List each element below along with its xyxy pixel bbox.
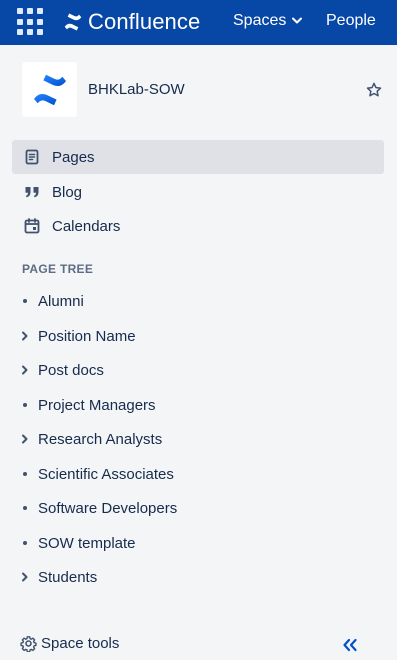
tree-item-label: Students (38, 568, 98, 586)
tree-item-software-developers[interactable]: Software Developers (18, 495, 177, 521)
top-navigation-bar: Confluence Spaces People (0, 0, 397, 45)
tree-item-sow-template[interactable]: SOW template (18, 530, 136, 556)
confluence-logo[interactable]: Confluence (62, 9, 201, 34)
page-tree-heading: PAGE TREE (22, 262, 94, 276)
app-switcher-icon[interactable] (16, 7, 46, 37)
spaces-menu-button[interactable]: Spaces (233, 12, 303, 30)
calendar-icon (22, 216, 42, 236)
pages-icon (22, 147, 42, 167)
space-tools-label: Space tools (41, 635, 120, 652)
chevron-down-icon (292, 17, 303, 24)
bullet-icon (18, 501, 32, 515)
chevron-right-icon[interactable] (18, 432, 32, 446)
tree-item-scientific-associates[interactable]: Scientific Associates (18, 461, 174, 487)
tree-item-label: Project Managers (38, 396, 156, 414)
bullet-icon (18, 536, 32, 550)
space-avatar-icon (33, 74, 66, 105)
nav-item-label: Pages (52, 148, 95, 166)
quote-icon (22, 182, 42, 202)
tree-item-label: Position Name (38, 327, 136, 345)
tree-item-label: Post docs (38, 361, 104, 379)
bullet-icon (18, 294, 32, 308)
nav-item-label: Calendars (52, 217, 121, 235)
chevron-right-icon[interactable] (18, 570, 32, 584)
confluence-logo-icon (64, 13, 82, 31)
tree-item-label: SOW template (38, 534, 136, 552)
tree-item-label: Software Developers (38, 499, 178, 517)
bullet-icon (18, 467, 32, 481)
space-name[interactable]: BHKLab-SOW (88, 81, 185, 98)
tree-item-position-name[interactable]: Position Name (18, 323, 136, 349)
spaces-label: Spaces (233, 12, 287, 29)
tree-item-label: Alumni (38, 292, 84, 310)
people-link[interactable]: People (326, 12, 376, 30)
tree-item-students[interactable]: Students (18, 564, 97, 590)
tree-item-label: Scientific Associates (38, 465, 174, 483)
gear-icon (20, 636, 37, 652)
space-avatar[interactable] (22, 62, 77, 117)
nav-item-blog[interactable]: Blog (12, 175, 384, 209)
tree-item-research-analysts[interactable]: Research Analysts (18, 426, 162, 452)
tree-item-post-docs[interactable]: Post docs (18, 357, 104, 383)
product-name: Confluence (88, 9, 201, 34)
chevron-right-icon[interactable] (18, 329, 32, 343)
nav-item-pages[interactable]: Pages (12, 140, 384, 174)
bullet-icon (18, 398, 32, 412)
nav-item-calendars[interactable]: Calendars (12, 209, 384, 243)
tree-item-alumni[interactable]: Alumni (18, 288, 84, 314)
tree-item-project-managers[interactable]: Project Managers (18, 392, 156, 418)
star-icon[interactable] (365, 81, 383, 99)
tree-item-label: Research Analysts (38, 430, 163, 448)
chevron-right-icon[interactable] (18, 363, 32, 377)
nav-item-label: Blog (52, 183, 83, 201)
collapse-sidebar-icon[interactable] (342, 638, 358, 652)
space-tools-button[interactable]: Space tools (20, 635, 119, 652)
